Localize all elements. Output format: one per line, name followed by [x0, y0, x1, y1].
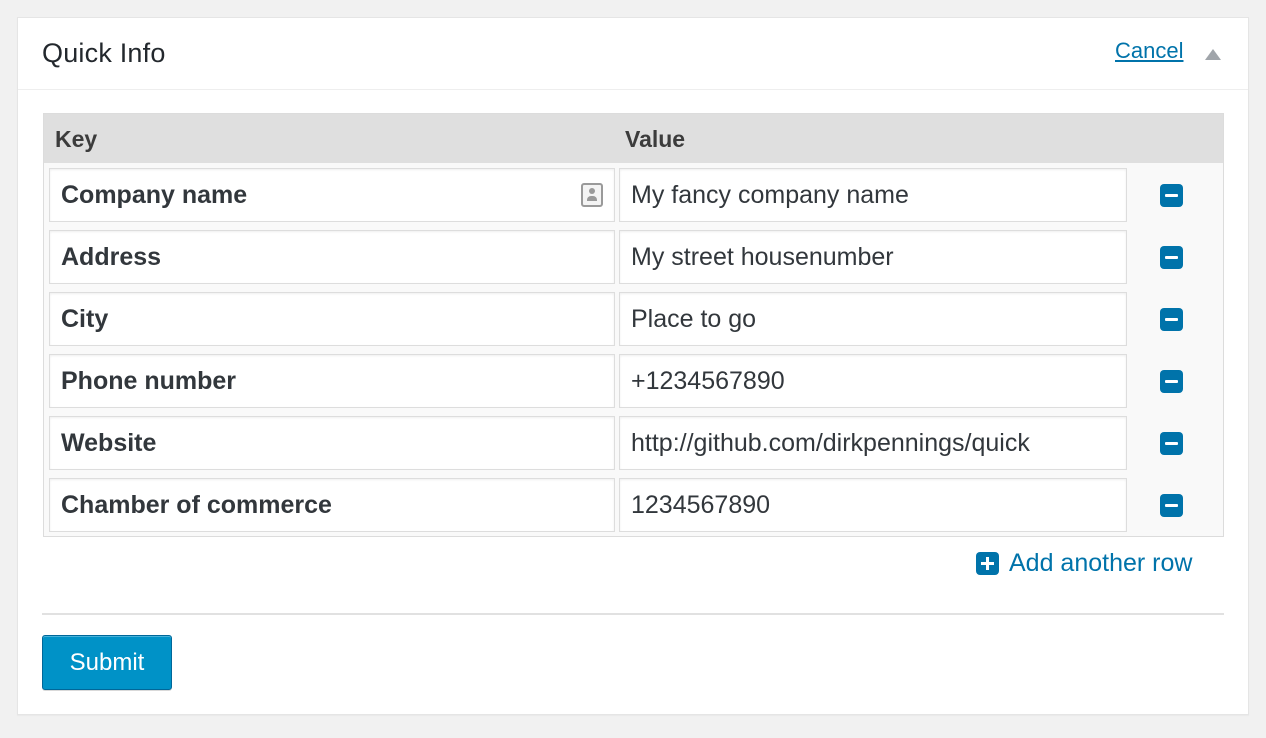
- cancel-link[interactable]: Cancel: [1115, 38, 1183, 64]
- add-row-label[interactable]: Add another row: [1009, 549, 1192, 578]
- table-row: Address My street housenumber: [44, 230, 1223, 284]
- remove-row-icon[interactable]: [1160, 432, 1183, 455]
- key-input[interactable]: Company name: [49, 168, 615, 222]
- key-input[interactable]: Phone number: [49, 354, 615, 408]
- key-value-table: Key Value Company name My fancy company …: [43, 113, 1224, 537]
- remove-row-icon[interactable]: [1160, 184, 1183, 207]
- key-input[interactable]: Website: [49, 416, 615, 470]
- table-row: Phone number +1234567890: [44, 354, 1223, 408]
- table-header: Key Value: [44, 114, 1223, 163]
- value-input[interactable]: 1234567890: [619, 478, 1127, 532]
- plus-square-icon[interactable]: [976, 552, 999, 575]
- table-row: Chamber of commerce 1234567890: [44, 478, 1223, 532]
- remove-row-icon[interactable]: [1160, 370, 1183, 393]
- value-column-header: Value: [625, 126, 686, 152]
- value-input[interactable]: My fancy company name: [619, 168, 1127, 222]
- table-row: Website http://github.com/dirkpennings/q…: [44, 416, 1223, 470]
- table-row: City Place to go: [44, 292, 1223, 346]
- value-input[interactable]: Place to go: [619, 292, 1127, 346]
- key-input[interactable]: Address: [49, 230, 615, 284]
- divider: [42, 613, 1224, 615]
- value-input[interactable]: http://github.com/dirkpennings/quick: [619, 416, 1127, 470]
- panel-header: Quick Info Cancel: [18, 18, 1248, 90]
- key-input[interactable]: Chamber of commerce: [49, 478, 615, 532]
- triangle-up-icon[interactable]: [1205, 49, 1221, 60]
- remove-row-icon[interactable]: [1160, 494, 1183, 517]
- key-column-header: Key: [55, 126, 98, 152]
- panel-title: Quick Info: [42, 38, 166, 68]
- value-input[interactable]: My street housenumber: [619, 230, 1127, 284]
- add-row-button[interactable]: Add another row: [976, 549, 1192, 578]
- submit-button[interactable]: Submit: [42, 635, 172, 690]
- quick-info-panel: Quick Info Cancel Key Value Company name…: [17, 17, 1249, 715]
- contact-card-icon[interactable]: [581, 183, 603, 207]
- remove-row-icon[interactable]: [1160, 246, 1183, 269]
- remove-row-icon[interactable]: [1160, 308, 1183, 331]
- value-input[interactable]: +1234567890: [619, 354, 1127, 408]
- table-row: Company name My fancy company name: [44, 168, 1223, 222]
- key-input[interactable]: City: [49, 292, 615, 346]
